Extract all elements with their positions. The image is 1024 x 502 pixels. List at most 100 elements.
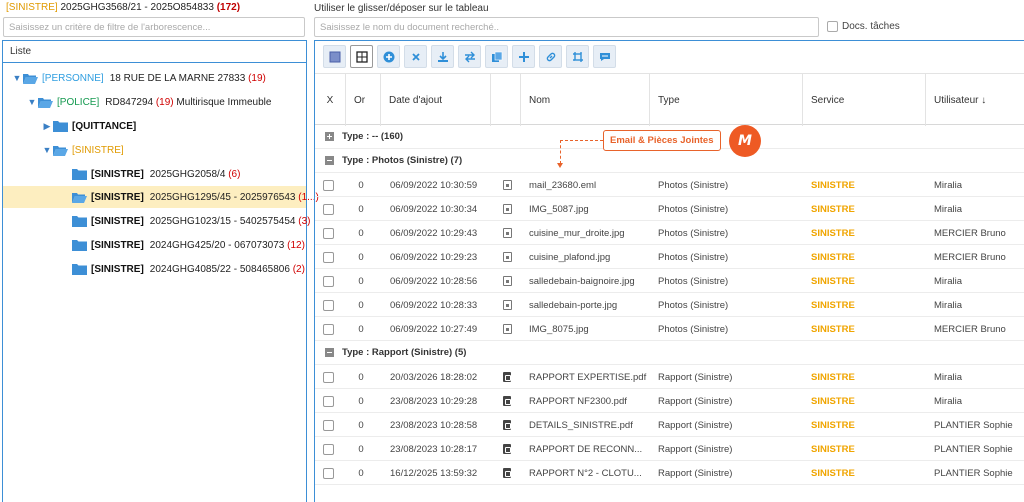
cell-nom[interactable]: IMG_5087.jpg	[529, 197, 654, 221]
row-checkbox[interactable]	[323, 317, 337, 341]
delete-button[interactable]	[404, 45, 427, 68]
caret-down-icon[interactable]: ▼	[41, 145, 53, 155]
table-row[interactable]: 0 06/09/2022 10:27:49 IMG_8075.jpg Photos (…	[315, 317, 1024, 341]
column-nom[interactable]: Nom	[521, 74, 650, 126]
tree-node-sinistre-group[interactable]: ▼ [SINISTRE]	[3, 139, 306, 161]
docs-taches-checkbox[interactable]: Docs. tâches	[827, 21, 900, 32]
table-row[interactable]: 0 23/08/2023 10:28:58 DETAILS_SINISTRE.pdf…	[315, 413, 1024, 437]
download-button[interactable]	[431, 45, 454, 68]
cell-nom[interactable]: RAPPORT N°2 - CLOTU...	[529, 461, 654, 485]
row-checkbox[interactable]	[323, 245, 337, 269]
cell-nom[interactable]: RAPPORT EXPERTISE.pdf	[529, 365, 654, 389]
checkbox-icon[interactable]	[323, 443, 334, 455]
view-button[interactable]	[323, 45, 346, 68]
column-date[interactable]: Date d'ajout	[381, 74, 491, 126]
row-checkbox[interactable]	[323, 461, 337, 485]
row-checkbox[interactable]	[323, 413, 337, 437]
table-row[interactable]: 0 06/09/2022 10:30:34 IMG_5087.jpg Photos (…	[315, 197, 1024, 221]
column-utilisateur[interactable]: Utilisateur ↓	[926, 74, 1024, 126]
cell-nom[interactable]: IMG_8075.jpg	[529, 317, 654, 341]
image-file-icon	[502, 204, 512, 214]
cell-nom[interactable]: mail_23680.eml	[529, 173, 654, 197]
cell-nom[interactable]: cuisine_plafond.jpg	[529, 245, 654, 269]
tree-node-sinistre[interactable]: [SINISTRE] 2024GHG425/20 - 067073073 (12…	[3, 234, 306, 256]
group-row-rapport[interactable]: Type : Rapport (Sinistre) (5)	[315, 341, 1024, 365]
crop-button[interactable]	[566, 45, 589, 68]
checkbox-icon[interactable]	[827, 21, 838, 32]
cell-type: Rapport (Sinistre)	[658, 443, 733, 455]
row-checkbox[interactable]	[323, 269, 337, 293]
cell-nom[interactable]: RAPPORT NF2300.pdf	[529, 389, 654, 413]
table-row[interactable]: 0 23/08/2023 10:29:28 RAPPORT NF2300.pdf Ra…	[315, 389, 1024, 413]
caret-down-icon[interactable]: ▼	[26, 97, 38, 107]
tree-filter-input[interactable]	[3, 17, 305, 37]
row-checkbox[interactable]	[323, 389, 337, 413]
row-checkbox[interactable]	[323, 365, 337, 389]
checkbox-icon[interactable]	[323, 227, 334, 239]
table-row[interactable]: 0 06/09/2022 10:29:23 cuisine_plafond.jpg P…	[315, 245, 1024, 269]
tree-node-sinistre[interactable]: [SINISTRE] 2024GHG4085/22 - 508465806 (2…	[3, 258, 306, 280]
folder-open-icon	[72, 192, 87, 203]
row-checkbox[interactable]	[323, 173, 337, 197]
checkbox-icon[interactable]	[323, 275, 334, 287]
table-row[interactable]: 0 16/12/2025 13:59:32 RAPPORT N°2 - CLOTU.…	[315, 461, 1024, 485]
checkbox-icon[interactable]	[323, 419, 334, 431]
table-row[interactable]: 0 23/08/2023 10:28:17 RAPPORT DE RECONN...…	[315, 437, 1024, 461]
tree-ref: 2024GHG4085/22 - 508465806 (2)	[149, 263, 305, 275]
checkbox-icon[interactable]	[323, 395, 334, 407]
row-checkbox[interactable]	[323, 197, 337, 221]
caret-right-icon[interactable]: ▶	[41, 121, 53, 132]
table-row[interactable]: 0 06/09/2022 10:30:59 mail_23680.eml Photos…	[315, 173, 1024, 197]
checkbox-icon[interactable]	[323, 371, 334, 383]
row-checkbox[interactable]	[323, 293, 337, 317]
table-row[interactable]: 0 06/09/2022 10:28:33 salledebain-porte.jp…	[315, 293, 1024, 317]
expand-icon[interactable]	[325, 132, 334, 141]
column-o[interactable]: Or	[346, 74, 381, 126]
cell-nom[interactable]: RAPPORT DE RECONN...	[529, 437, 654, 461]
table-row[interactable]: 0 06/09/2022 10:29:43 cuisine_mur_droite.j…	[315, 221, 1024, 245]
caret-down-icon[interactable]: ▼	[11, 73, 23, 83]
tree-node-sinistre[interactable]: [SINISTRE] 2025GHG1023/15 - 5402575454 (…	[3, 210, 310, 232]
link-button[interactable]	[539, 45, 562, 68]
checkbox-icon[interactable]	[323, 323, 334, 335]
tree-panel: Liste ▼ [PERSONNE] 18 RUE DE LA MARNE 27…	[2, 40, 319, 502]
cell-nom[interactable]: salledebain-porte.jpg	[529, 293, 654, 317]
collapse-icon[interactable]	[325, 348, 334, 357]
tree-node-sinistre-selected[interactable]: [SINISTRE] 2025GHG1295/45 - 2025976543 (…	[3, 186, 319, 208]
cell-o: 0	[358, 443, 364, 455]
row-checkbox[interactable]	[323, 221, 337, 245]
table-row[interactable]: 0 06/09/2022 10:28:56 salledebain-baignoir…	[315, 269, 1024, 293]
checkbox-icon[interactable]	[323, 251, 334, 263]
transfer-button[interactable]	[458, 45, 481, 68]
docs-taches-label: Docs. tâches	[842, 21, 900, 32]
cell-type: Photos (Sinistre)	[658, 179, 729, 191]
cell-nom[interactable]: salledebain-baignoire.jpg	[529, 269, 654, 293]
column-x[interactable]: X	[315, 74, 346, 126]
tree-node-police[interactable]: ▼ [POLICE] RD847294 (19) Multirisque Imm…	[3, 91, 306, 113]
group-row-photos[interactable]: Type : Photos (Sinistre) (7)	[315, 149, 1024, 173]
cell-nom[interactable]: cuisine_mur_droite.jpg	[529, 221, 654, 245]
message-button[interactable]	[593, 45, 616, 68]
tree-node-personne[interactable]: ▼ [PERSONNE] 18 RUE DE LA MARNE 27833 (1…	[3, 67, 306, 89]
tree-node-quittance[interactable]: ▶ [QUITTANCE]	[3, 115, 306, 137]
document-search-input[interactable]	[314, 17, 819, 37]
row-checkbox[interactable]	[323, 437, 337, 461]
cell-date: 23/08/2023 10:29:28	[390, 395, 478, 407]
cell-date: 06/09/2022 10:28:33	[390, 299, 478, 311]
checkbox-icon[interactable]	[323, 467, 334, 479]
cell-nom[interactable]: DETAILS_SINISTRE.pdf	[529, 413, 654, 437]
grid-button[interactable]	[350, 45, 373, 68]
plus-button[interactable]	[512, 45, 535, 68]
column-service[interactable]: Service	[803, 74, 926, 126]
checkbox-icon[interactable]	[323, 299, 334, 311]
collapse-icon[interactable]	[325, 156, 334, 165]
checkbox-icon[interactable]	[323, 203, 334, 215]
add-button[interactable]	[377, 45, 400, 68]
copy-button[interactable]	[485, 45, 508, 68]
column-type[interactable]: Type	[650, 74, 803, 126]
checkbox-icon[interactable]	[323, 179, 334, 191]
cell-service: SINISTRE	[811, 179, 855, 191]
table-row[interactable]: 0 20/03/2026 18:28:02 RAPPORT EXPERTISE.pd…	[315, 365, 1024, 389]
tree-node-sinistre[interactable]: [SINISTRE] 2025GHG2058/4 (6)	[3, 163, 306, 185]
folder-icon	[72, 215, 87, 227]
